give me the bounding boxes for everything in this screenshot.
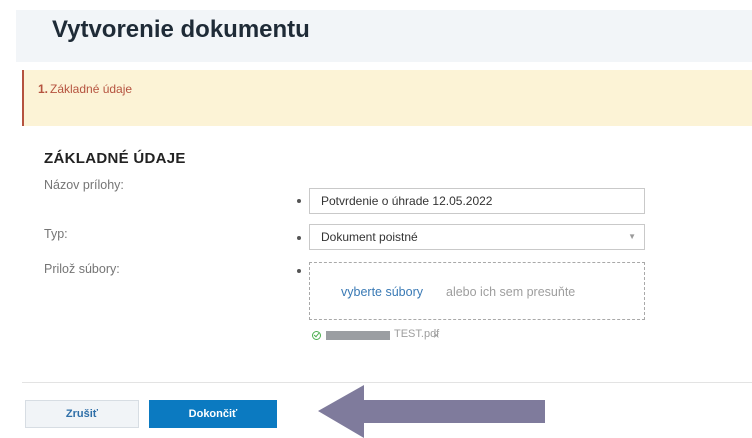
required-marker xyxy=(297,269,301,273)
file-dropzone[interactable]: vyberte súbory alebo ich sem presuňte xyxy=(309,262,645,320)
type-select-value: Dokument poistné xyxy=(321,230,418,244)
cancel-button[interactable]: Zrušiť xyxy=(25,400,139,428)
required-marker xyxy=(297,236,301,240)
type-select[interactable]: Dokument poistné ▼ xyxy=(309,224,645,250)
footer-divider xyxy=(22,382,752,383)
step-number: 1. xyxy=(38,82,49,96)
section-title: ZÁKLADNÉ ÚDAJE xyxy=(44,150,186,167)
arrow-left-icon xyxy=(318,385,545,438)
dropzone-hint: alebo ich sem presuňte xyxy=(446,285,576,299)
step-label[interactable]: Základné údaje xyxy=(50,82,132,96)
select-files-link[interactable]: vyberte súbory xyxy=(341,285,423,299)
check-circle-icon xyxy=(312,331,321,340)
remove-file-icon[interactable]: × xyxy=(433,330,439,342)
page-title: Vytvorenie dokumentu xyxy=(52,16,310,43)
redacted-filename xyxy=(326,331,390,340)
required-marker xyxy=(297,199,301,203)
chevron-down-icon: ▼ xyxy=(628,232,636,241)
finish-button[interactable]: Dokončiť xyxy=(149,400,277,428)
header-band: Vytvorenie dokumentu xyxy=(16,10,752,62)
attachment-name-label: Názov prílohy: xyxy=(44,178,124,192)
attachment-name-input[interactable]: Potvrdenie o úhrade 12.05.2022 xyxy=(309,188,645,214)
files-label: Prilož súbory: xyxy=(44,262,120,276)
annotation-arrow xyxy=(318,385,545,438)
type-label: Typ: xyxy=(44,227,68,241)
step-banner: 1. Základné údaje xyxy=(22,70,752,126)
